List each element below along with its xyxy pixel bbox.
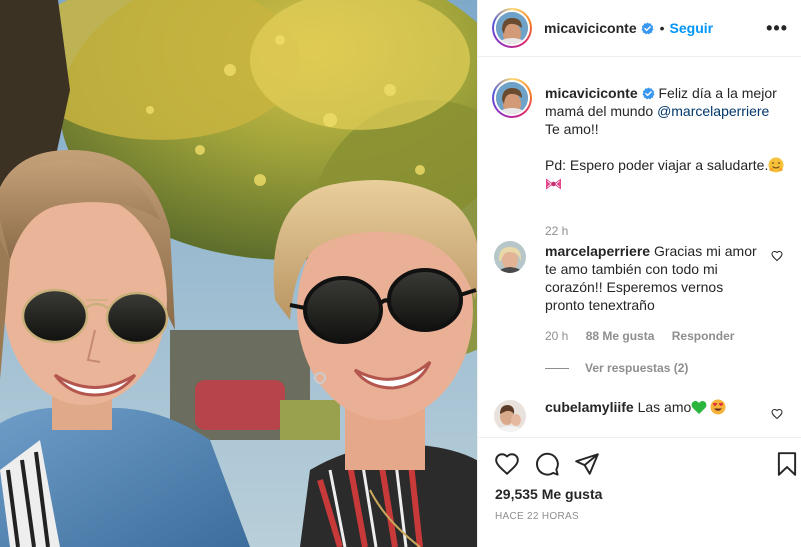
commenter-username[interactable]: cubelamyliife [545,399,634,415]
heart-eyes-emoji-icon [710,399,726,415]
comment-like-heart-icon[interactable] [771,250,783,262]
author-avatar[interactable] [492,8,532,48]
comments-section[interactable]: micaviciconte Feliz día a la mejor mamá … [478,58,801,436]
commenter-username[interactable]: marcelaperriere [545,243,650,259]
hugging-face-emoji-icon [768,157,784,173]
caption-text: micaviciconte Feliz día a la mejor mamá … [545,84,790,192]
ribbon-emoji-icon [546,178,561,190]
separator-dot: • [659,20,665,36]
post-header: micaviciconte • Seguir ••• [478,0,801,57]
commenter-avatar[interactable] [494,241,526,273]
post-photo[interactable] [0,0,477,547]
green-heart-emoji-icon [691,401,707,414]
comment-text: marcelaperriere Gracias mi amor te amo t… [545,242,765,314]
author-avatar-image [496,12,528,44]
caption-avatar-image [496,82,528,114]
comment-like-heart-icon[interactable] [771,408,783,420]
caption-author-avatar[interactable] [492,78,532,118]
commenter-avatar[interactable] [494,400,526,432]
comment-meta: 20 h 88 Me gusta Responder [545,329,748,343]
caption-mention-link[interactable]: @marcelaperriere [657,103,769,119]
post-likes-count[interactable]: 29,535 Me gusta [495,486,602,502]
caption-username[interactable]: micaviciconte [545,85,638,101]
comment-likes-count[interactable]: 88 Me gusta [586,329,655,343]
post-side-panel: micaviciconte • Seguir ••• micaviciconte… [477,0,801,547]
caption-line-2: Te amo!! [545,121,599,137]
verified-badge-icon [642,87,655,100]
follow-button[interactable]: Seguir [670,20,714,36]
replies-divider-line [545,367,569,369]
comment-body: Las amo [637,399,692,415]
comment-icon[interactable] [534,451,560,477]
author-username[interactable]: micaviciconte [544,20,637,36]
verified-badge-icon [641,21,654,34]
caption-timestamp: 22 h [545,224,569,238]
caption-line-3: Pd: Espero poder viajar a saludarte. [545,157,769,173]
paper-plane-icon[interactable] [574,451,600,477]
comment-text: cubelamyliife Las amo [545,398,765,416]
more-options-icon[interactable]: ••• [766,18,788,39]
post-actions: 29,535 Me gusta HACE 22 HORAS [478,437,801,547]
view-replies-button[interactable]: Ver respuestas (2) [545,361,688,375]
comment-timestamp: 20 h [545,329,569,343]
reply-button[interactable]: Responder [672,329,735,343]
post-timestamp: HACE 22 HORAS [495,511,579,522]
view-replies-label: Ver respuestas (2) [585,361,689,375]
heart-icon[interactable] [494,451,520,477]
post-photo-illustration [0,0,477,547]
bookmark-icon[interactable] [774,451,800,477]
